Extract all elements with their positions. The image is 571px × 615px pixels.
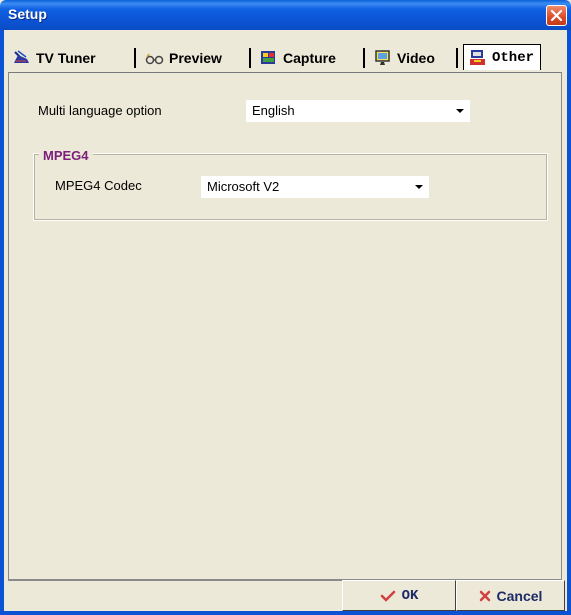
other-icon <box>470 49 485 65</box>
capture-icon <box>261 51 275 64</box>
tab-divider <box>134 48 136 68</box>
tab-label: Capture <box>283 50 336 66</box>
language-select[interactable]: English <box>246 100 470 122</box>
tab-preview[interactable]: Preview <box>145 46 222 70</box>
title-bar[interactable]: Setup <box>0 0 571 30</box>
close-button[interactable] <box>546 5 567 26</box>
tab-content-panel: Multi language option English MPEG4 MPEG… <box>8 72 562 580</box>
button-bar-spacer <box>8 580 342 611</box>
tab-divider <box>249 48 251 68</box>
tab-divider <box>456 48 458 68</box>
tab-divider <box>363 48 365 68</box>
tab-other[interactable]: Other <box>463 44 542 70</box>
tab-video[interactable]: Video <box>373 46 435 70</box>
tab-label: TV Tuner <box>36 50 96 66</box>
checkmark-icon <box>380 590 395 602</box>
codec-value: Microsoft V2 <box>207 179 280 194</box>
monitor-icon <box>375 50 390 65</box>
codec-select[interactable]: Microsoft V2 <box>201 176 429 198</box>
tab-label: Video <box>397 50 435 66</box>
tab-label: Other <box>492 49 535 66</box>
cancel-button[interactable]: Cancel <box>456 580 565 611</box>
ok-label: OK <box>401 587 419 604</box>
tab-label: Preview <box>169 50 222 66</box>
tab-tv-tuner[interactable]: TV Tuner <box>12 46 96 70</box>
glasses-icon <box>145 53 164 65</box>
language-label: Multi language option <box>38 103 162 118</box>
language-value: English <box>252 103 295 118</box>
tab-capture[interactable]: Capture <box>259 46 336 70</box>
mpeg4-group-title: MPEG4 <box>39 148 93 163</box>
chevron-down-icon[interactable] <box>456 109 464 113</box>
chevron-down-icon[interactable] <box>415 185 423 189</box>
cancel-label: Cancel <box>496 587 543 604</box>
codec-label: MPEG4 Codec <box>55 178 142 193</box>
close-icon <box>550 9 563 22</box>
ok-button[interactable]: OK <box>342 580 456 611</box>
tab-strip: TV Tuner Preview Capture Video Other <box>8 44 561 72</box>
x-icon <box>479 590 490 601</box>
window-title: Setup <box>8 6 47 22</box>
tv-tuner-icon <box>14 50 29 63</box>
